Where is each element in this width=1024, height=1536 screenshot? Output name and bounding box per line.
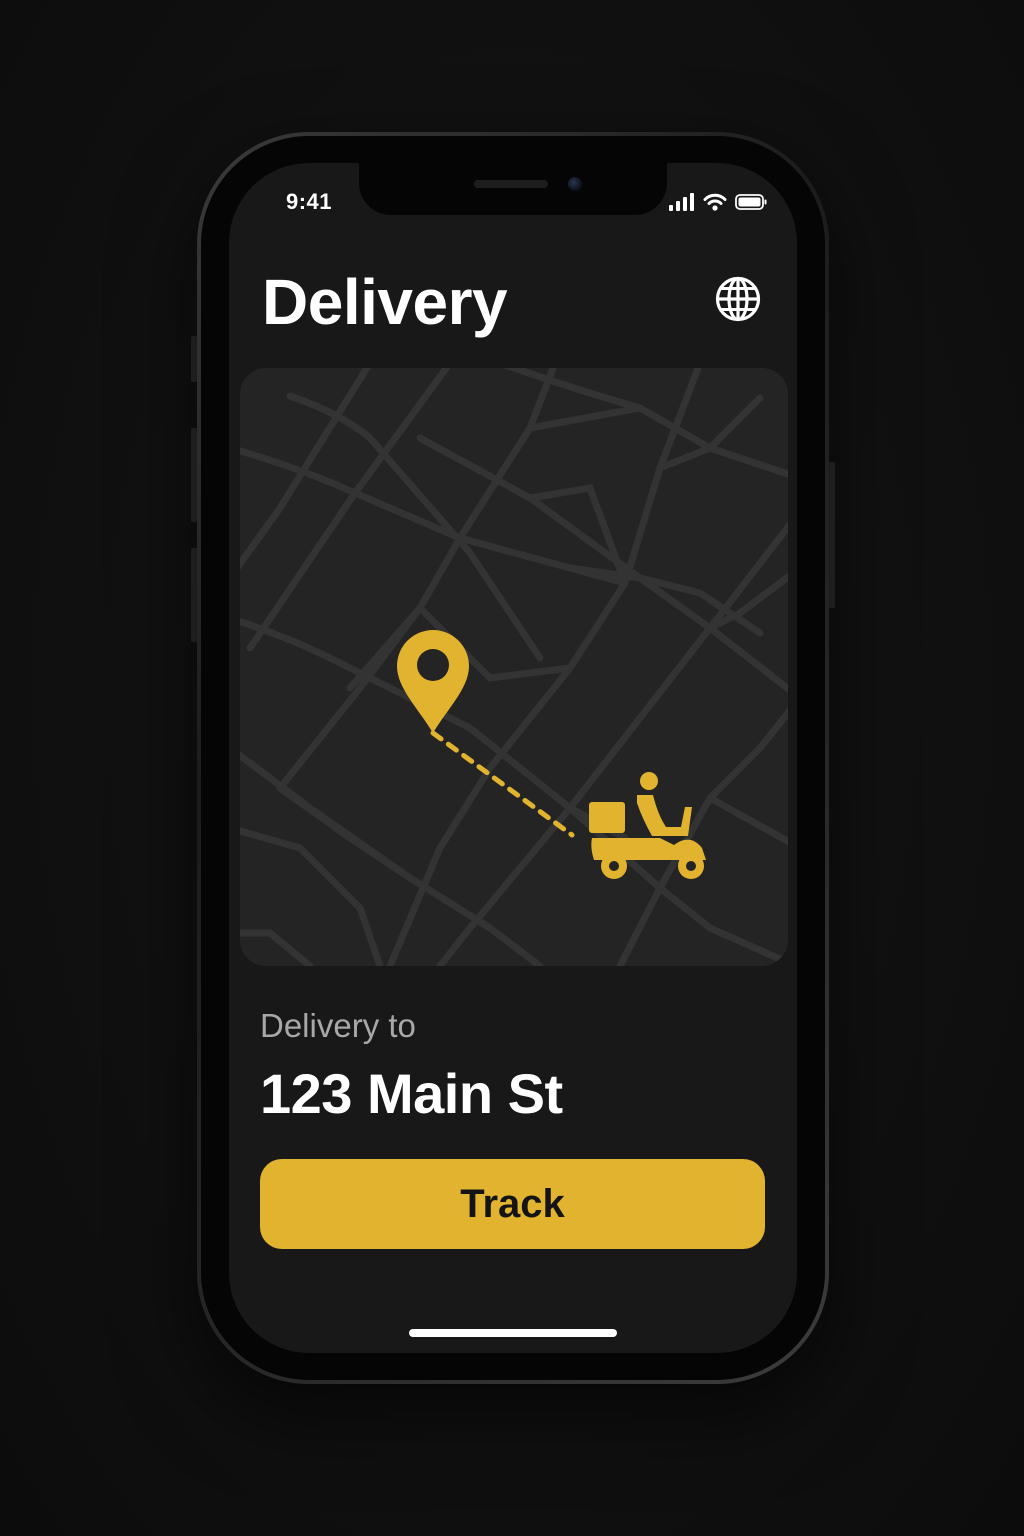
home-indicator[interactable] xyxy=(409,1329,617,1337)
notch xyxy=(359,163,667,215)
phone-screen: 9:41 Delivery Delivery to 123 Main St Tr… xyxy=(229,163,797,1353)
page-title: Delivery xyxy=(262,266,508,338)
map-canvas xyxy=(240,368,788,966)
language-button[interactable] xyxy=(713,276,763,326)
scene-background: 9:41 Delivery Delivery to 123 Main St Tr… xyxy=(0,0,1024,1536)
wifi-icon xyxy=(703,193,727,216)
earpiece-speaker xyxy=(474,180,548,188)
globe-icon xyxy=(714,275,762,328)
scooter-courier-icon[interactable] xyxy=(589,772,706,879)
front-camera xyxy=(568,177,582,191)
power-button xyxy=(829,462,835,608)
cellular-signal-icon xyxy=(669,193,695,216)
status-time: 9:41 xyxy=(286,189,333,214)
delivery-label: Delivery to xyxy=(260,1007,416,1044)
status-icons xyxy=(669,193,767,216)
battery-icon xyxy=(735,194,767,215)
delivery-address: 123 Main St xyxy=(260,1062,563,1125)
location-pin-icon[interactable] xyxy=(397,630,469,733)
map-roads xyxy=(240,368,788,966)
map-view[interactable] xyxy=(240,368,788,966)
track-button[interactable]: Track xyxy=(260,1159,765,1249)
